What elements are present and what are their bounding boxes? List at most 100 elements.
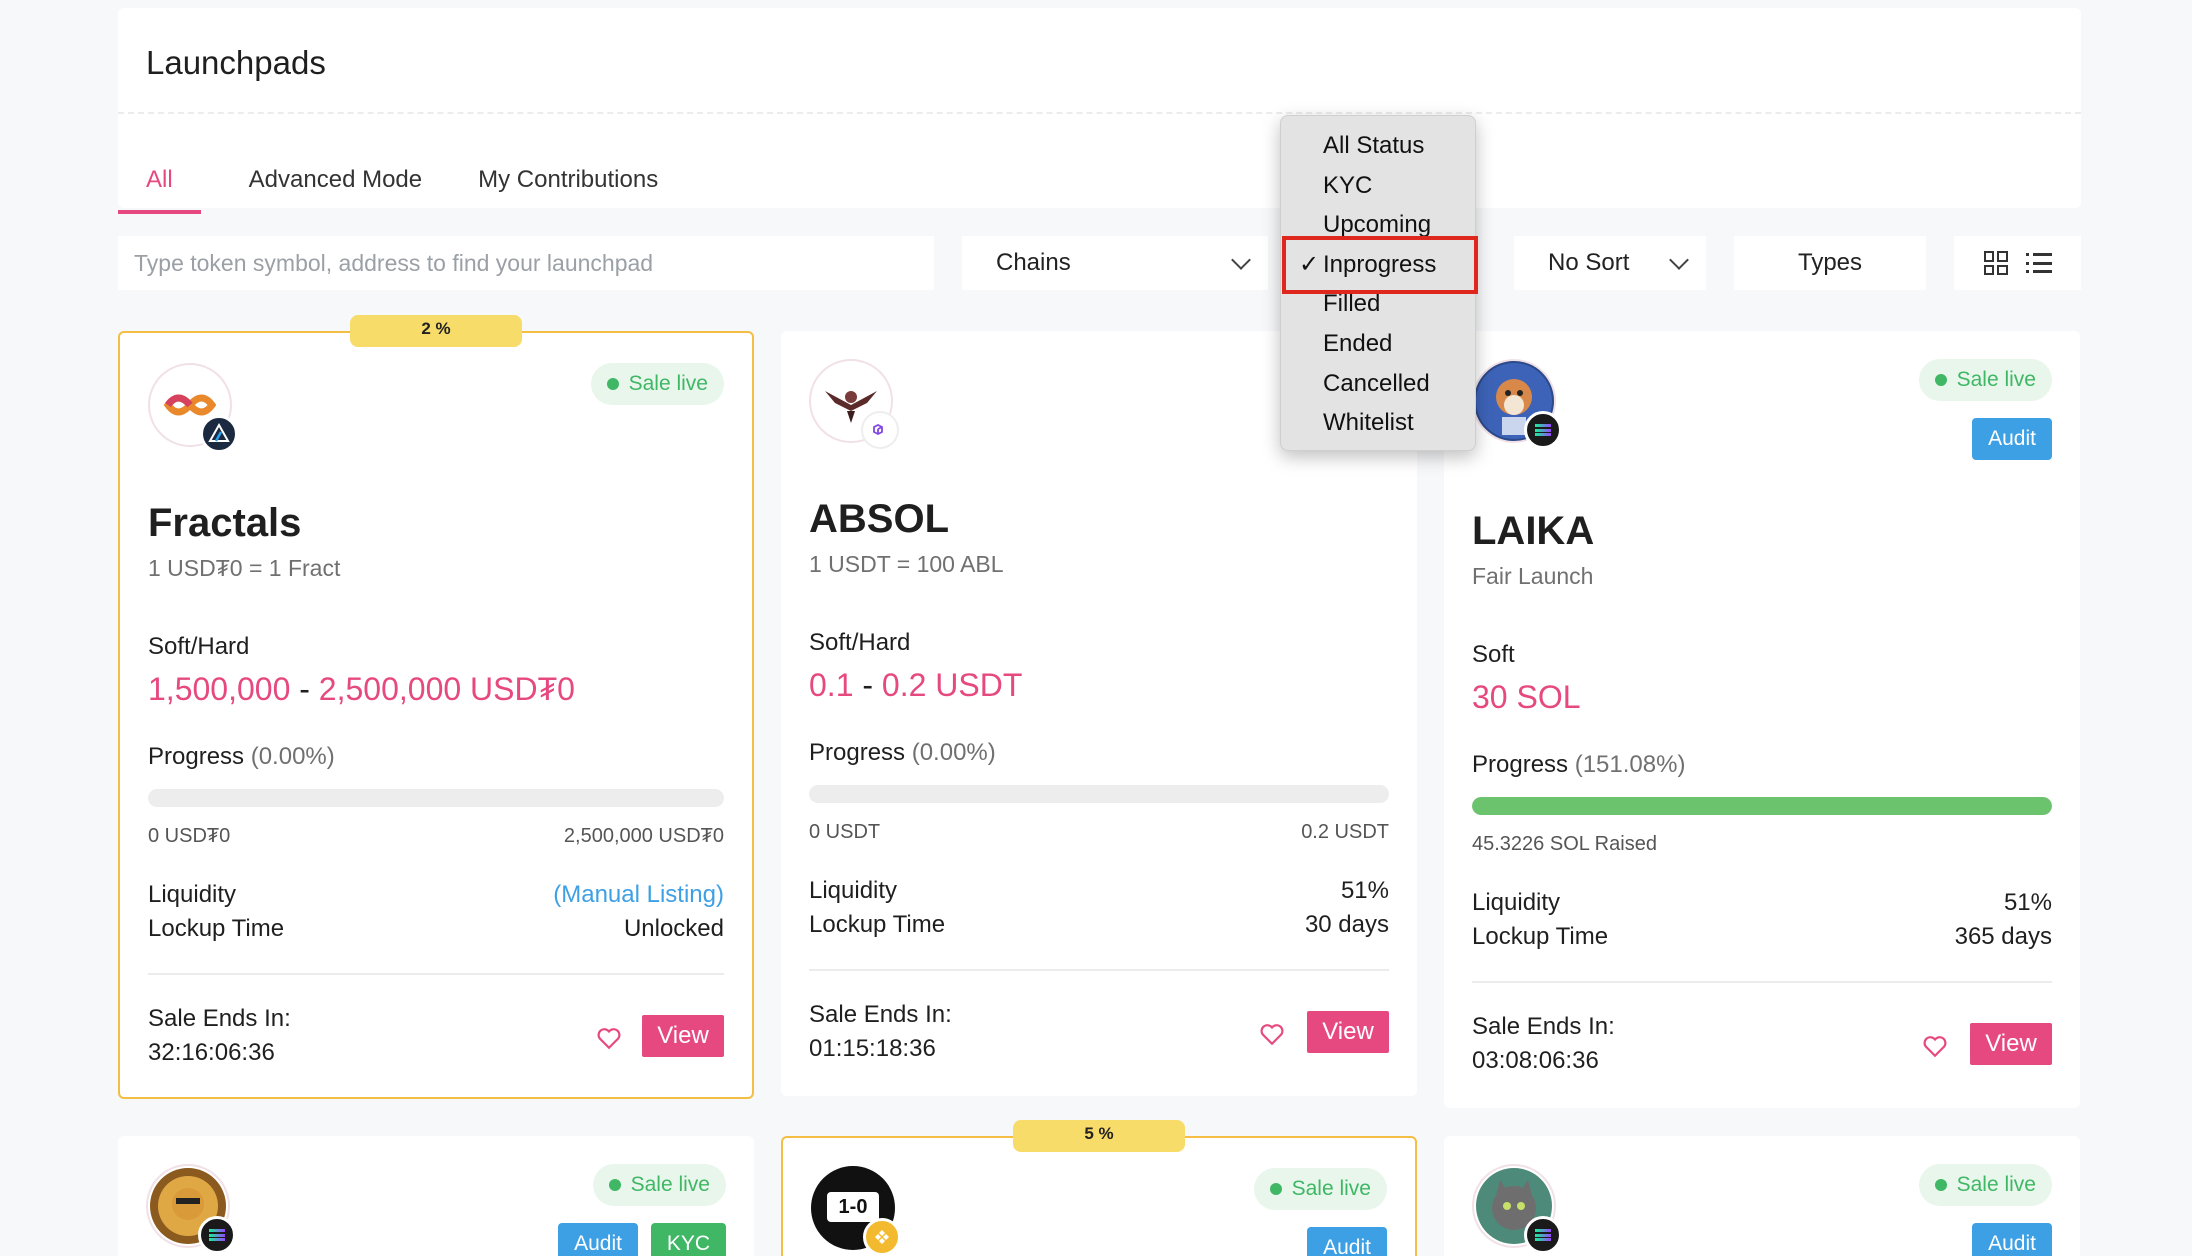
- chains-select-label: Chains: [996, 249, 1071, 276]
- solana-chain-icon: [198, 1216, 236, 1254]
- token-avatar: [1472, 359, 1562, 449]
- progress-bar: [809, 785, 1389, 803]
- view-button[interactable]: View: [642, 1015, 724, 1057]
- lockup-value: Unlocked: [623, 915, 724, 942]
- types-select[interactable]: Types: [1734, 236, 1926, 290]
- lockup-label: Lockup Time: [148, 915, 285, 942]
- list-view-icon[interactable]: [2025, 253, 2052, 273]
- status-option-all[interactable]: All Status: [1281, 126, 1475, 166]
- soft-cap: 0.1: [809, 667, 854, 703]
- token-rate: 1 USD₮0 = 1 Fract: [148, 555, 341, 581]
- bnb-chain-icon: [863, 1218, 901, 1256]
- sort-select-label: No Sort: [1548, 249, 1630, 276]
- option-label: All Status: [1323, 132, 1425, 159]
- tabs: All Advanced Mode My Contributions: [118, 158, 686, 216]
- status-option-cancelled[interactable]: Cancelled: [1281, 364, 1475, 404]
- token-name: Fractals: [148, 501, 302, 545]
- cap-label: Soft/Hard: [809, 629, 911, 656]
- lockup-value: 365 days: [1954, 923, 2052, 950]
- token-rate: 1 USDT = 100 ABL: [809, 551, 1004, 577]
- progress-percent: (0.00%): [250, 743, 335, 770]
- header-divider: [118, 112, 2081, 114]
- checkmark-icon: ✓: [1299, 250, 1320, 278]
- tab-all[interactable]: All: [118, 158, 201, 214]
- progress-percent: (0.00%): [911, 739, 996, 766]
- status-option-kyc[interactable]: KYC: [1281, 166, 1475, 206]
- progress-max: 2,500,000 USD₮0: [563, 825, 724, 847]
- divider: [1472, 981, 2052, 983]
- divider: [148, 973, 724, 975]
- sale-ends-label: Sale Ends In:: [148, 1005, 291, 1032]
- progress-min: 0 USDT: [809, 821, 881, 843]
- progress-label: Progress (151.08%): [1472, 751, 1685, 779]
- launchpad-card: Sale live Audit LAIKA Fair Launch Soft 3…: [1444, 331, 2080, 1108]
- option-label: Filled: [1323, 290, 1381, 318]
- sort-select[interactable]: No Sort: [1514, 236, 1706, 290]
- tab-advanced-mode[interactable]: Advanced Mode: [221, 158, 450, 214]
- types-select-label: Types: [1797, 249, 1863, 276]
- soft-cap: 1,500,000: [148, 671, 291, 707]
- launchpad-card: Sale live KYC Audit: [118, 1136, 754, 1256]
- status-badge: Sale live: [1253, 1168, 1387, 1210]
- view-button[interactable]: View: [1307, 1011, 1389, 1053]
- liquidity-value[interactable]: (Manual Listing): [553, 881, 724, 909]
- status-option-filled[interactable]: Filled: [1281, 284, 1475, 324]
- page-title: Launchpads: [146, 44, 326, 81]
- launchpad-card: Sale live Audit: [1444, 1136, 2080, 1256]
- liquidity-value: 51%: [1340, 877, 1389, 904]
- status-option-upcoming[interactable]: Upcoming: [1281, 205, 1475, 245]
- progress-min: 0 USD₮0: [148, 825, 231, 847]
- sale-ends-countdown: 32:16:06:36: [148, 1039, 275, 1066]
- liquidity-value: 51%: [2003, 889, 2052, 916]
- status-badge: Sale live: [1918, 1164, 2052, 1206]
- caps-value: 1,500,000 - 2,500,000 USD₮0: [148, 671, 575, 708]
- token-avatar: [148, 363, 238, 453]
- launchpad-card: 5 % 1-0 Sale live Audit: [781, 1120, 1417, 1256]
- heart-icon[interactable]: [1922, 1033, 1948, 1059]
- view-toggle: [1954, 236, 2081, 290]
- liquidity-label: Liquidity: [148, 881, 237, 908]
- view-button[interactable]: View: [1970, 1023, 2052, 1065]
- status-option-inprogress[interactable]: ✓ Inprogress: [1281, 245, 1475, 285]
- solana-chain-icon: [1524, 411, 1562, 449]
- chains-select[interactable]: Chains: [962, 236, 1268, 290]
- heart-icon[interactable]: [596, 1025, 622, 1051]
- status-option-ended[interactable]: Ended: [1281, 324, 1475, 364]
- heart-icon[interactable]: [1259, 1021, 1285, 1047]
- status-badge: Sale live: [590, 363, 724, 405]
- search-input[interactable]: [118, 236, 934, 290]
- status-badge: Sale live: [1918, 359, 2052, 401]
- progress-max: 0.2 USDT: [1301, 821, 1389, 843]
- option-label: Whitelist: [1323, 409, 1414, 437]
- tab-my-contributions[interactable]: My Contributions: [450, 158, 686, 214]
- grid-view-icon[interactable]: [1983, 251, 2008, 275]
- audit-badge[interactable]: Audit: [1307, 1227, 1387, 1256]
- lockup-value: 30 days: [1304, 911, 1389, 938]
- option-label: KYC: [1323, 171, 1373, 199]
- progress-text: Progress: [809, 739, 906, 766]
- caps-value: 0.1 - 0.2 USDT: [809, 667, 1022, 704]
- sale-ends-countdown: 03:08:06:36: [1472, 1047, 1599, 1074]
- progress-text: Progress: [148, 743, 245, 770]
- progress-label: Progress (0.00%): [809, 739, 996, 767]
- token-avatar: 1-0: [811, 1166, 901, 1256]
- token-rate: Fair Launch: [1472, 563, 1594, 589]
- caps-value: 30 SOL: [1472, 679, 1581, 716]
- token-avatar: [809, 359, 899, 449]
- audit-badge[interactable]: Audit: [1972, 418, 2052, 460]
- kyc-badge[interactable]: KYC: [650, 1223, 726, 1256]
- hard-cap: 2,500,000 USD₮0: [318, 671, 575, 707]
- polygon-chain-icon: [861, 411, 899, 449]
- audit-badge[interactable]: Audit: [558, 1223, 638, 1256]
- percent-tag: 5 %: [1013, 1120, 1185, 1152]
- avatar-label: 1-0: [827, 1192, 879, 1222]
- liquidity-label: Liquidity: [1472, 889, 1561, 916]
- audit-badge[interactable]: Audit: [1972, 1223, 2052, 1256]
- cap-label: Soft: [1472, 641, 1515, 668]
- status-badge: Sale live: [592, 1164, 726, 1206]
- solana-chain-icon: [1524, 1216, 1562, 1254]
- raised-amount: 45.3226 SOL Raised: [1472, 833, 1657, 855]
- status-option-whitelist[interactable]: Whitelist: [1281, 403, 1475, 443]
- launchpad-card: 2 % Sale live Fractals 1 USD₮0 = 1 Fract…: [118, 315, 754, 1099]
- sale-ends-countdown: 01:15:18:36: [809, 1035, 936, 1062]
